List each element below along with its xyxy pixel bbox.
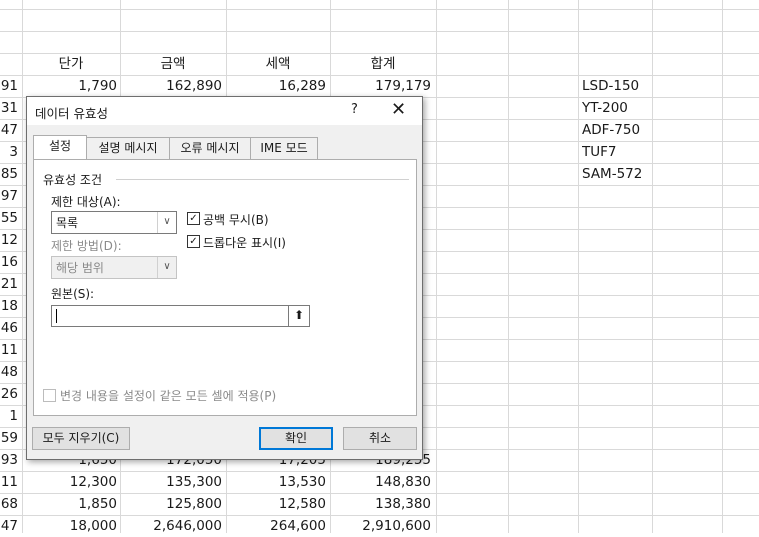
table-cell[interactable]: 18,000	[23, 515, 117, 537]
allow-label: 제한 대상(A):	[51, 195, 121, 209]
table-cell[interactable]: 18	[0, 295, 18, 317]
table-cell[interactable]: 2,646,000	[121, 515, 222, 537]
table-cell[interactable]: 55	[0, 207, 18, 229]
table-cell[interactable]: 148,830	[331, 471, 431, 493]
table-cell[interactable]: 12,580	[227, 493, 326, 515]
grid-line	[508, 0, 509, 533]
table-cell[interactable]: 1	[0, 405, 18, 427]
table-cell[interactable]: 91	[0, 75, 18, 97]
table-cell[interactable]: 93	[0, 449, 18, 471]
validation-criteria-label: 유효성 조건	[43, 173, 103, 187]
grid-line	[578, 0, 579, 533]
help-button[interactable]: ?	[351, 102, 358, 117]
data-value: 해당 범위	[56, 261, 104, 275]
table-cell[interactable]: 46	[0, 317, 18, 339]
table-cell[interactable]: 47	[0, 515, 18, 537]
data-label: 제한 방법(D):	[51, 239, 122, 253]
code-cell[interactable]: ADF-750	[582, 119, 652, 141]
table-cell[interactable]: 162,890	[121, 75, 222, 97]
tab-input-message[interactable]: 설명 메시지	[86, 137, 170, 159]
table-cell[interactable]: 16	[0, 251, 18, 273]
table-cell[interactable]: 12	[0, 229, 18, 251]
table-cell[interactable]: 48	[0, 361, 18, 383]
table-cell[interactable]: 13,530	[227, 471, 326, 493]
source-label: 원본(S):	[51, 287, 95, 301]
data-select: 해당 범위 ∨	[51, 256, 177, 279]
tab-ime-mode[interactable]: IME 모드	[250, 137, 318, 159]
table-cell[interactable]: 85	[0, 163, 18, 185]
tab-settings[interactable]: 설정	[33, 135, 87, 159]
code-cell[interactable]: YT-200	[582, 97, 652, 119]
ignore-blank-checkbox[interactable]: ✓	[187, 212, 200, 225]
header-unit-price[interactable]: 단가	[23, 53, 119, 75]
table-cell[interactable]: 2,910,600	[331, 515, 431, 537]
allow-value: 목록	[56, 216, 79, 230]
settings-panel: 유효성 조건 제한 대상(A): 목록 ∨ ✓ 공백 무시(B) ✓ 드롭다운 …	[33, 159, 417, 416]
grid-line	[722, 0, 723, 533]
grid-line	[652, 0, 653, 533]
dialog-titlebar[interactable]: 데이터 유효성 ? ✕	[27, 97, 422, 125]
ok-button[interactable]: 확인	[259, 427, 333, 450]
close-icon[interactable]: ✕	[391, 99, 406, 121]
grid-line	[0, 31, 759, 32]
code-cell[interactable]: SAM-572	[582, 163, 652, 185]
apply-all-checkbox	[43, 389, 56, 402]
grid-line	[436, 0, 437, 533]
table-cell[interactable]: 21	[0, 273, 18, 295]
data-validation-dialog: 데이터 유효성 ? ✕ 설정 설명 메시지 오류 메시지 IME 모드 유효성 …	[26, 96, 423, 460]
table-cell[interactable]: 135,300	[121, 471, 222, 493]
clear-all-button[interactable]: 모두 지우기(C)	[32, 427, 130, 450]
table-cell[interactable]: 47	[0, 119, 18, 141]
tab-error-alert[interactable]: 오류 메시지	[169, 137, 251, 159]
apply-all-label: 변경 내용을 설정이 같은 모든 셀에 적용(P)	[60, 389, 277, 403]
table-cell[interactable]: 31	[0, 97, 18, 119]
table-cell[interactable]: 179,179	[331, 75, 431, 97]
text-caret	[56, 309, 57, 323]
cancel-button[interactable]: 취소	[343, 427, 417, 450]
in-cell-dropdown-checkbox[interactable]: ✓	[187, 235, 200, 248]
table-cell[interactable]: 26	[0, 383, 18, 405]
header-amount[interactable]: 금액	[121, 53, 225, 75]
code-cell[interactable]: LSD-150	[582, 75, 652, 97]
table-cell[interactable]: 264,600	[227, 515, 326, 537]
allow-select[interactable]: 목록 ∨	[51, 211, 177, 234]
table-cell[interactable]: 59	[0, 427, 18, 449]
table-cell[interactable]: 125,800	[121, 493, 222, 515]
grid-line	[0, 9, 759, 10]
code-cell[interactable]: TUF7	[582, 141, 652, 163]
table-cell[interactable]: 12,300	[23, 471, 117, 493]
table-cell[interactable]: 16,289	[227, 75, 326, 97]
header-tax[interactable]: 세액	[227, 53, 329, 75]
table-cell[interactable]: 1,850	[23, 493, 117, 515]
table-cell[interactable]: 97	[0, 185, 18, 207]
group-divider	[116, 179, 409, 180]
table-cell[interactable]: 68	[0, 493, 18, 515]
table-cell[interactable]: 11	[0, 339, 18, 361]
header-total[interactable]: 합계	[331, 53, 435, 75]
table-cell[interactable]: 1,790	[23, 75, 117, 97]
range-picker-icon[interactable]: ⬆	[288, 305, 310, 327]
dialog-title: 데이터 유효성	[35, 106, 108, 121]
chevron-down-icon: ∨	[157, 257, 176, 278]
table-cell[interactable]: 11	[0, 471, 18, 493]
table-cell[interactable]: 3	[0, 141, 18, 163]
in-cell-dropdown-label[interactable]: 드롭다운 표시(I)	[203, 234, 286, 251]
ignore-blank-label[interactable]: 공백 무시(B)	[203, 211, 269, 228]
source-input[interactable]	[51, 305, 289, 327]
table-cell[interactable]: 138,380	[331, 493, 431, 515]
chevron-down-icon[interactable]: ∨	[157, 212, 176, 233]
